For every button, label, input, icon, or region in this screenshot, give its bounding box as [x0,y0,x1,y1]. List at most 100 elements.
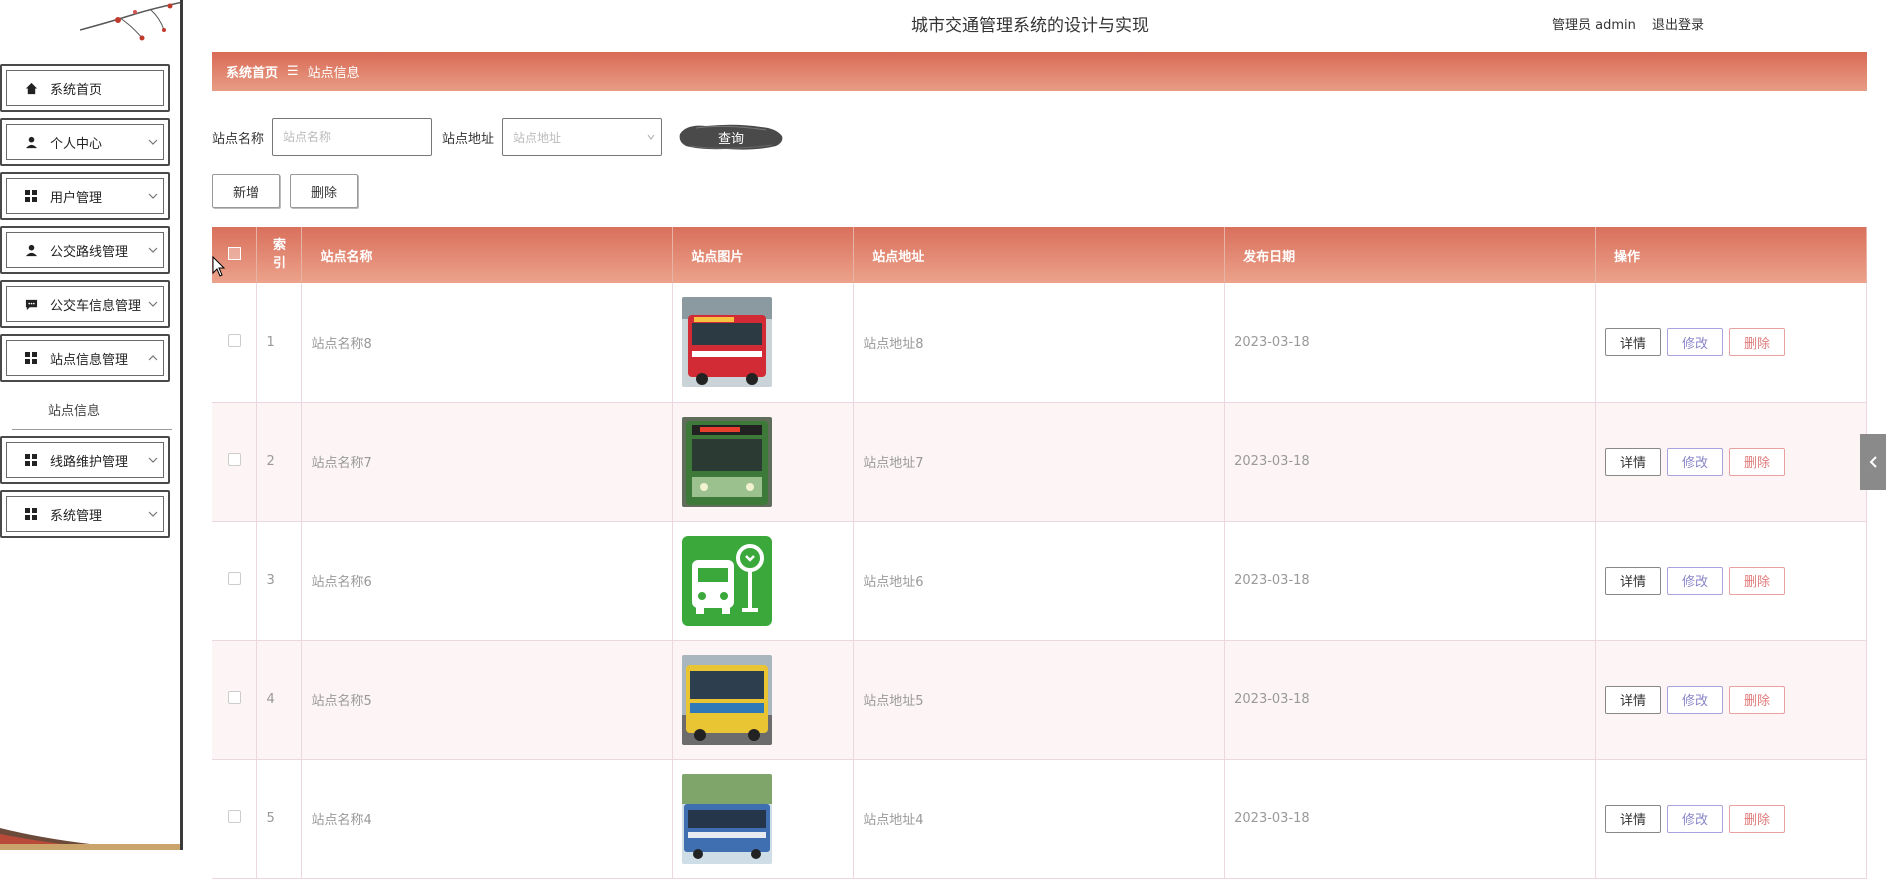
chevron-left-icon [1869,456,1877,468]
row-checkbox[interactable] [227,333,241,347]
sidebar-item-label: 个人中心 [50,136,103,152]
sidebar-menu: 系统首页 个人中心 用户管理 公交路线管理 公交车信息管理 站点信息管理 站点信… [0,64,172,544]
chat-icon [24,297,38,311]
delete-button[interactable]: 删除 [1729,804,1785,833]
row-checkbox[interactable] [227,691,241,704]
chevron-down-icon [647,134,655,140]
row-checkbox[interactable] [227,453,241,466]
sidebar-item-label: 系统管理 [50,508,103,524]
sidebar-item-label: 公交车信息管理 [50,298,142,314]
sidebar-item-home[interactable]: 系统首页 [0,64,170,112]
batch-delete-button[interactable]: 删除 [290,174,358,208]
row-operations: 详情 修改 删除 [1605,804,1866,833]
sidebar-item-route-maintenance[interactable]: 线路维护管理 [0,436,170,484]
row-operations: 详情 修改 删除 [1605,685,1866,714]
column-header-image: 站点图片 [672,227,855,283]
row-station-address: 站点地址8 [853,283,1226,403]
edit-button[interactable]: 修改 [1667,566,1723,595]
row-index: 3 [256,521,303,641]
add-button[interactable]: 新增 [212,174,280,208]
row-publish-date: 2023-03-18 [1224,283,1596,403]
breadcrumb-home-link[interactable]: 系统首页 [226,62,278,81]
chevron-down-icon [148,301,158,307]
delete-button[interactable]: 删除 [1729,685,1785,714]
delete-button[interactable]: 删除 [1729,447,1785,476]
sidebar-item-bus-info-management[interactable]: 公交车信息管理 [0,280,170,328]
sidebar-item-system-management[interactable]: 系统管理 [0,490,170,538]
divider [12,429,172,430]
delete-button[interactable]: 删除 [1729,328,1785,357]
red-bus-photo[interactable] [682,297,773,388]
row-station-address: 站点地址6 [853,521,1226,641]
edit-button[interactable]: 修改 [1667,328,1723,357]
row-station-name: 站点名称8 [301,283,674,403]
row-station-name: 站点名称7 [301,402,674,522]
edit-button[interactable]: 修改 [1667,804,1723,833]
query-button[interactable]: 查询 [676,118,786,156]
grid-icon [24,351,38,365]
sidebar: 系统首页 个人中心 用户管理 公交路线管理 公交车信息管理 站点信息管理 站点信… [0,0,183,850]
breadcrumb: 系统首页 ☰ 站点信息 [212,52,1867,91]
plum-blossom-decoration [80,1,180,41]
station-address-label: 站点地址 [442,131,495,147]
logout-link[interactable]: 退出登录 [1652,14,1704,33]
table-row: 3 站点名称6 站点地址6 2023-03-18 详情 修改 删除 [212,521,1867,641]
edit-button[interactable]: 修改 [1667,685,1723,714]
palace-roof-decoration [0,828,180,850]
yellow-bus-photo[interactable] [682,654,773,745]
row-publish-date: 2023-03-18 [1224,402,1596,522]
blue-bus-photo[interactable] [682,773,773,864]
grid-icon [24,507,38,521]
detail-button[interactable]: 详情 [1605,804,1661,833]
table-row: 5 站点名称4 站点地址4 2023-03-18 详情 修改 删除 [212,759,1867,879]
row-publish-date: 2023-03-18 [1224,521,1596,641]
row-checkbox[interactable] [227,572,241,585]
detail-button[interactable]: 详情 [1605,566,1661,595]
breadcrumb-separator: ☰ [287,64,299,79]
column-header-index: 索 引 [256,227,303,283]
chevron-down-icon [148,457,158,463]
table-header-row: 索 引 站点名称 站点图片 站点地址 发布日期 操作 [212,227,1867,283]
grid-icon [24,453,38,467]
chevron-down-icon [148,247,158,253]
delete-button[interactable]: 删除 [1729,566,1785,595]
select-all-checkbox[interactable] [227,246,241,260]
home-icon [24,81,38,95]
side-panel-toggle[interactable] [1860,434,1886,490]
sidebar-item-label: 站点信息管理 [50,352,129,368]
station-address-placeholder: 站点地址 [513,130,562,145]
sidebar-item-label: 公交路线管理 [50,244,129,260]
person-icon [24,243,38,257]
sidebar-item-station-info-management[interactable]: 站点信息管理 [0,334,170,382]
column-header-operations: 操作 [1595,227,1867,283]
edit-button[interactable]: 修改 [1667,447,1723,476]
breadcrumb-current: 站点信息 [307,66,360,81]
sidebar-item-personal-center[interactable]: 个人中心 [0,118,170,166]
table-row: 1 站点名称8 站点地址8 2023-03-18 详情 修改 删除 [212,283,1867,403]
grid-icon [24,189,38,203]
detail-button[interactable]: 详情 [1605,447,1661,476]
sidebar-item-user-management[interactable]: 用户管理 [0,172,170,220]
row-publish-date: 2023-03-18 [1224,759,1596,879]
sidebar-item-bus-route-management[interactable]: 公交路线管理 [0,226,170,274]
row-checkbox[interactable] [227,810,241,823]
row-station-name: 站点名称4 [301,759,674,879]
row-index: 4 [256,640,303,760]
station-address-select[interactable]: 站点地址 [502,118,663,156]
sidebar-subitem-station-info[interactable]: 站点信息 [0,388,172,430]
detail-button[interactable]: 详情 [1605,328,1661,357]
station-name-input[interactable] [272,118,433,156]
chevron-up-icon [148,355,158,361]
station-table: 索 引 站点名称 站点图片 站点地址 发布日期 操作 1 站点名称8 站点地址8… [212,227,1867,879]
index-header-line1: 索 [272,238,286,253]
chevron-down-icon [148,139,158,145]
bus-stop-icon-image[interactable] [682,535,773,626]
row-operations: 详情 修改 删除 [1605,328,1866,357]
detail-button[interactable]: 详情 [1605,685,1661,714]
green-bus-photo[interactable] [682,416,773,507]
sidebar-item-label: 系统首页 [50,82,103,98]
column-header-address: 站点地址 [853,227,1226,283]
chevron-down-icon [148,511,158,517]
row-station-name: 站点名称6 [301,521,674,641]
row-operations: 详情 修改 删除 [1605,566,1866,595]
